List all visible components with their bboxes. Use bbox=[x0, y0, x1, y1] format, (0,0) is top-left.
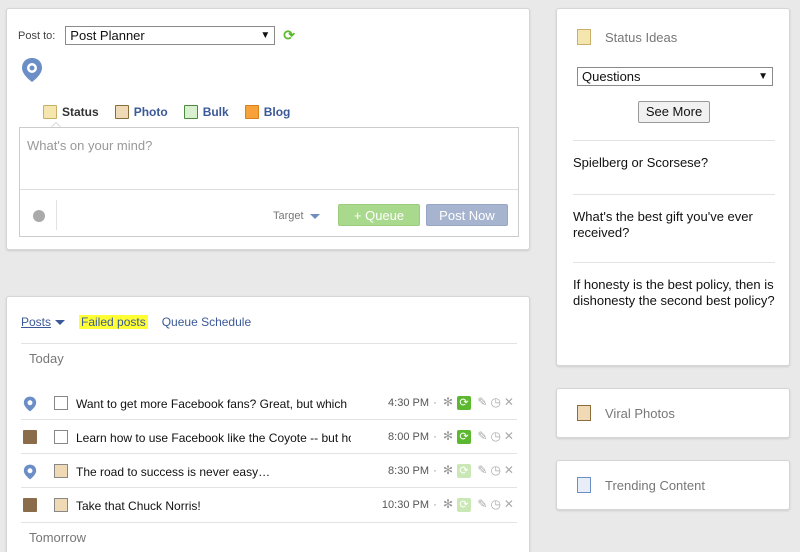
trending-content-card[interactable]: Trending Content bbox=[556, 460, 790, 510]
post-planner-logo-icon bbox=[23, 396, 37, 412]
post-time: 4:30 PM bbox=[388, 397, 429, 409]
rss-icon bbox=[244, 105, 259, 119]
status-ideas-card: Status Ideas Questions ▼ See More Spielb… bbox=[556, 8, 790, 366]
row-actions[interactable]: ✎◷✕ bbox=[477, 463, 517, 477]
post-text: Learn how to use Facebook like the Coyot… bbox=[76, 431, 351, 445]
status-editor: Target + Queue Post Now bbox=[19, 127, 519, 237]
requeue-icon[interactable]: ⟳ bbox=[457, 396, 471, 410]
ideas-category-value: Questions bbox=[582, 69, 641, 84]
tab-blog[interactable]: Blog bbox=[244, 105, 291, 119]
table-row[interactable]: The road to success is never easy… 8:30 … bbox=[21, 454, 517, 488]
composer-tabs: Status Photo Bulk Blog bbox=[43, 105, 290, 119]
tab-photo-label: Photo bbox=[133, 105, 168, 119]
separator-dot: · bbox=[433, 463, 437, 477]
separator-dot: · bbox=[433, 497, 437, 511]
posts-card: Posts Failed posts Queue Schedule Today … bbox=[6, 296, 530, 552]
photo-icon bbox=[54, 498, 68, 512]
photo-icon bbox=[114, 105, 129, 119]
viral-photos-title: Viral Photos bbox=[605, 405, 675, 421]
viral-photos-card[interactable]: Viral Photos bbox=[556, 388, 790, 438]
divider bbox=[21, 522, 517, 523]
gear-icon[interactable]: ✻ bbox=[443, 497, 453, 511]
divider bbox=[56, 200, 57, 230]
status-ideas-title: Status Ideas bbox=[605, 29, 678, 45]
link-icon bbox=[54, 430, 68, 444]
idea-item[interactable]: What's the best gift you've ever receive… bbox=[573, 194, 775, 241]
tab-queue-schedule[interactable]: Queue Schedule bbox=[162, 315, 251, 329]
idea-item[interactable]: Spielberg or Scorsese? bbox=[573, 140, 775, 171]
queue-button[interactable]: + Queue bbox=[338, 204, 420, 226]
tab-blog-label: Blog bbox=[263, 105, 291, 119]
post-time: 8:00 PM bbox=[388, 431, 429, 443]
target-label: Target bbox=[273, 210, 304, 222]
chevron-down-icon bbox=[55, 320, 66, 326]
clock-icon[interactable] bbox=[33, 210, 45, 222]
link-icon bbox=[54, 396, 68, 410]
tab-posts-label: Posts bbox=[21, 315, 52, 329]
gear-icon[interactable]: ✻ bbox=[443, 429, 453, 443]
tab-bulk[interactable]: Bulk bbox=[183, 105, 229, 119]
posts-tabs: Posts Failed posts Queue Schedule bbox=[21, 315, 251, 329]
post-text: Take that Chuck Norris! bbox=[76, 499, 201, 513]
status-note-icon bbox=[43, 105, 57, 119]
user-photo-icon bbox=[23, 498, 37, 512]
post-time: 10:30 PM bbox=[381, 499, 429, 511]
post-planner-logo-icon bbox=[23, 464, 37, 480]
target-dropdown[interactable]: Target bbox=[273, 210, 320, 222]
ideas-category-select[interactable]: Questions ▼ bbox=[577, 67, 773, 86]
tab-posts[interactable]: Posts bbox=[21, 315, 66, 329]
requeue-icon[interactable]: ⟳ bbox=[457, 498, 471, 512]
tab-bulk-label: Bulk bbox=[202, 105, 229, 119]
status-input[interactable] bbox=[20, 128, 518, 190]
user-photo-icon bbox=[23, 430, 37, 444]
tab-status[interactable]: Status bbox=[43, 105, 99, 119]
row-actions[interactable]: ✎◷✕ bbox=[477, 395, 517, 409]
post-to-select[interactable]: Post Planner ▼ bbox=[65, 26, 276, 45]
day-label-today: Today bbox=[29, 351, 64, 366]
composer-card: Post to: Post Planner ▼ ⟳ Status Photo B… bbox=[6, 8, 530, 250]
requeue-icon[interactable]: ⟳ bbox=[457, 464, 471, 478]
post-to-label: Post to: bbox=[18, 29, 56, 42]
post-planner-logo-icon bbox=[21, 57, 43, 86]
post-text: The road to success is never easy… bbox=[76, 465, 271, 479]
separator-dot: · bbox=[433, 395, 437, 409]
requeue-icon[interactable]: ⟳ bbox=[457, 430, 471, 444]
row-actions[interactable]: ✎◷✕ bbox=[477, 429, 517, 443]
photo-icon bbox=[54, 464, 68, 478]
table-row[interactable]: Take that Chuck Norris! 10:30 PM · ✻ ⟳ ✎… bbox=[21, 488, 517, 522]
status-note-icon bbox=[577, 29, 591, 45]
gear-icon[interactable]: ✻ bbox=[443, 395, 453, 409]
refresh-icon[interactable]: ⟳ bbox=[283, 27, 295, 44]
tab-status-label: Status bbox=[62, 105, 99, 119]
row-actions[interactable]: ✎◷✕ bbox=[477, 497, 517, 511]
trending-content-header: Trending Content bbox=[577, 477, 705, 493]
tab-photo[interactable]: Photo bbox=[114, 105, 168, 119]
photo-icon bbox=[577, 405, 591, 421]
post-to-value: Post Planner bbox=[70, 28, 145, 43]
bulk-spreadsheet-icon bbox=[183, 105, 198, 119]
gear-icon[interactable]: ✻ bbox=[443, 463, 453, 477]
table-row[interactable]: Want to get more Facebook fans? Great, b… bbox=[21, 386, 517, 420]
post-to-row: Post to: Post Planner ▼ ⟳ bbox=[18, 26, 295, 45]
table-row[interactable]: Learn how to use Facebook like the Coyot… bbox=[21, 420, 517, 454]
link-icon bbox=[577, 477, 591, 493]
day-label-tomorrow: Tomorrow bbox=[29, 530, 87, 545]
post-text: Want to get more Facebook fans? Great, b… bbox=[76, 397, 351, 411]
chevron-down-icon: ▼ bbox=[260, 30, 271, 41]
idea-item[interactable]: If honesty is the best policy, then is d… bbox=[573, 262, 775, 309]
divider bbox=[21, 343, 517, 344]
viral-photos-header: Viral Photos bbox=[577, 405, 675, 421]
chevron-down-icon bbox=[309, 213, 320, 219]
tab-failed-posts[interactable]: Failed posts bbox=[79, 315, 148, 329]
separator-dot: · bbox=[433, 429, 437, 443]
status-ideas-header: Status Ideas bbox=[577, 29, 677, 45]
see-more-button[interactable]: See More bbox=[638, 101, 710, 123]
post-time: 8:30 PM bbox=[388, 465, 429, 477]
chevron-down-icon: ▼ bbox=[758, 71, 768, 82]
trending-content-title: Trending Content bbox=[605, 477, 705, 493]
post-now-button[interactable]: Post Now bbox=[426, 204, 508, 226]
